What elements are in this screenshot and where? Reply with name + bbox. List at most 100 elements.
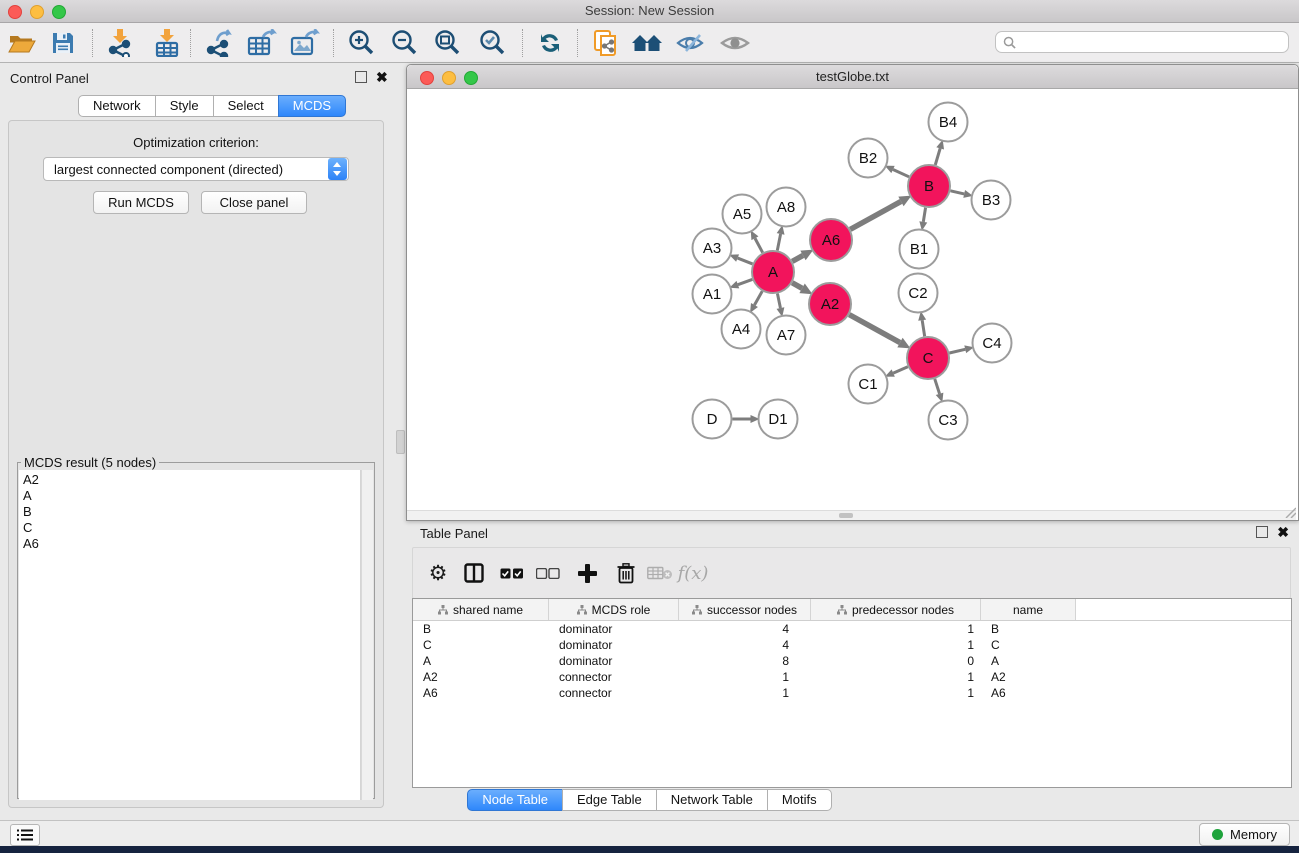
table-cell[interactable]: 0	[811, 653, 981, 669]
network-graph-canvas[interactable]: B4B2BB3A8A5A6A3B1AA1C2A2A4A7C4CC1DD1C3	[407, 89, 1296, 510]
close-window-button[interactable]	[8, 5, 22, 19]
minimize-window-button[interactable]	[30, 5, 44, 19]
table-header-row[interactable]: shared nameMCDS rolesuccessor nodesprede…	[413, 599, 1291, 621]
edge-B-B4[interactable]	[935, 148, 940, 165]
edge-C-C2[interactable]	[922, 320, 924, 336]
float-panel-icon[interactable]	[355, 71, 367, 83]
table-cell[interactable]: 1	[811, 621, 981, 637]
edge-B-B1[interactable]	[923, 208, 925, 222]
graph-node-A1[interactable]: A1	[693, 275, 732, 314]
table-cell[interactable]: 1	[811, 637, 981, 653]
table-cell[interactable]: A	[413, 653, 549, 669]
table-cell[interactable]: B	[413, 621, 549, 637]
table-cell[interactable]: dominator	[549, 621, 679, 637]
table-cell[interactable]: 4	[679, 621, 811, 637]
graph-node-C2[interactable]: C2	[899, 274, 938, 313]
graph-node-A8[interactable]: A8	[767, 188, 806, 227]
close-window-button[interactable]	[420, 71, 434, 85]
result-item[interactable]: A6	[23, 536, 360, 552]
tab-network-table[interactable]: Network Table	[656, 789, 768, 811]
refresh-button[interactable]	[532, 26, 568, 60]
edge-A-A7[interactable]	[777, 294, 780, 309]
network-window-controls[interactable]	[420, 71, 478, 85]
duplicate-network-button[interactable]	[588, 26, 624, 60]
zoom-window-button[interactable]	[464, 71, 478, 85]
table-cell[interactable]: A2	[413, 669, 549, 685]
search-field[interactable]	[995, 31, 1289, 53]
zoom-in-button[interactable]	[343, 26, 379, 60]
graph-node-A4[interactable]: A4	[722, 310, 761, 349]
edge-A6-B[interactable]	[850, 201, 901, 229]
minimize-window-button[interactable]	[442, 71, 456, 85]
table-row[interactable]: Bdominator41B	[413, 621, 1291, 637]
column-header-successor-nodes[interactable]: successor nodes	[679, 599, 811, 620]
unselect-all-columns-button[interactable]	[531, 556, 565, 590]
graph-node-B3[interactable]: B3	[972, 181, 1011, 220]
edge-A2-C[interactable]	[849, 315, 900, 343]
tab-node-table[interactable]: Node Table	[467, 789, 563, 811]
column-header-shared-name[interactable]: shared name	[413, 599, 549, 620]
graph-node-C1[interactable]: C1	[849, 365, 888, 404]
table-cell[interactable]: 1	[679, 685, 811, 701]
table-cell[interactable]: connector	[549, 685, 679, 701]
graph-node-B4[interactable]: B4	[929, 103, 968, 142]
table-cell[interactable]: 1	[679, 669, 811, 685]
edge-B-B3[interactable]	[950, 191, 964, 194]
zoom-window-button[interactable]	[52, 5, 66, 19]
export-table-button[interactable]	[244, 26, 280, 60]
zoom-out-button[interactable]	[386, 26, 422, 60]
show-columns-button[interactable]	[457, 556, 491, 590]
save-session-button[interactable]	[45, 26, 81, 60]
edge-C-C4[interactable]	[949, 349, 965, 353]
column-header-name[interactable]: name	[981, 599, 1076, 620]
table-cell[interactable]: A6	[413, 685, 549, 701]
search-input[interactable]	[1020, 34, 1288, 50]
zoom-selected-button[interactable]	[474, 26, 510, 60]
home-button[interactable]	[629, 26, 665, 60]
table-cell[interactable]: C	[413, 637, 549, 653]
show-all-button[interactable]	[717, 26, 753, 60]
show-panels-button[interactable]	[10, 824, 40, 846]
table-tabs[interactable]: Node TableEdge TableNetwork TableMotifs	[0, 789, 1299, 811]
table-cell[interactable]: 8	[679, 653, 811, 669]
result-item[interactable]: C	[23, 520, 360, 536]
delete-table-button[interactable]	[643, 556, 677, 590]
table-cell[interactable]: 4	[679, 637, 811, 653]
graph-node-D1[interactable]: D1	[759, 400, 798, 439]
result-item[interactable]: A2	[23, 472, 360, 488]
network-window-titlebar[interactable]: testGlobe.txt	[407, 65, 1298, 89]
window-controls[interactable]	[8, 5, 66, 19]
import-network-button[interactable]	[102, 26, 138, 60]
table-body[interactable]: Bdominator41BCdominator41CAdominator80AA…	[413, 621, 1291, 701]
close-panel-icon[interactable]: ✖	[376, 72, 388, 82]
export-network-button[interactable]	[201, 26, 237, 60]
graph-node-A5[interactable]: A5	[723, 195, 762, 234]
table-settings-button[interactable]: ⚙	[421, 556, 455, 590]
edge-B-B2[interactable]	[893, 169, 909, 176]
export-image-button[interactable]	[287, 26, 323, 60]
result-item[interactable]: B	[23, 504, 360, 520]
graph-node-D[interactable]: D	[693, 400, 732, 439]
network-hscrollbar-thumb[interactable]	[839, 513, 853, 518]
table-cell[interactable]: A6	[981, 685, 1076, 701]
float-panel-icon[interactable]	[1256, 526, 1268, 538]
hide-selected-button[interactable]	[673, 26, 709, 60]
tab-motifs[interactable]: Motifs	[767, 789, 832, 811]
graph-node-B1[interactable]: B1	[900, 230, 939, 269]
tab-network[interactable]: Network	[78, 95, 156, 117]
graph-node-A[interactable]: A	[752, 251, 794, 293]
tab-select[interactable]: Select	[213, 95, 279, 117]
select-all-columns-button[interactable]	[495, 556, 529, 590]
edge-C-C1[interactable]	[893, 367, 908, 373]
tab-mcds[interactable]: MCDS	[278, 95, 346, 117]
graph-node-C[interactable]: C	[907, 337, 949, 379]
graph-node-A6[interactable]: A6	[810, 219, 852, 261]
table-row[interactable]: Adominator80A	[413, 653, 1291, 669]
table-cell[interactable]: 1	[811, 669, 981, 685]
edge-A-A8[interactable]	[777, 234, 780, 250]
graph-node-B2[interactable]: B2	[849, 139, 888, 178]
edge-A-A1[interactable]	[738, 279, 752, 284]
edge-C-C3[interactable]	[935, 379, 940, 394]
edge-A-A5[interactable]	[755, 238, 763, 252]
edge-A-A3[interactable]	[738, 258, 753, 264]
